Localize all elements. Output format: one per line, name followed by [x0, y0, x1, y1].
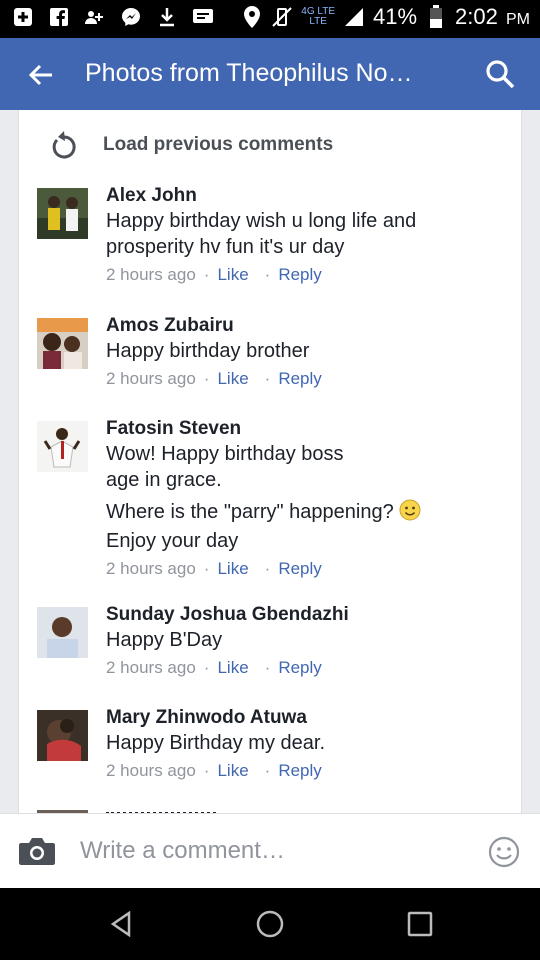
- comment-text: Happy Birthday my dear.: [106, 732, 325, 754]
- smiley-icon[interactable]: [488, 836, 520, 868]
- avatar[interactable]: [37, 607, 88, 658]
- like-link[interactable]: Like: [217, 761, 248, 780]
- like-link[interactable]: Like: [217, 369, 248, 388]
- separator: ·: [264, 658, 271, 677]
- comment-body: Amos Zubairu Happy birthday brother 2 ho…: [106, 314, 506, 392]
- battery-icon: [425, 5, 447, 28]
- vibrate-off-icon: [271, 6, 293, 28]
- load-previous-comments-button[interactable]: Load previous comments: [49, 128, 333, 162]
- comment-text: Wow! Happy birthday boss age in grace.: [106, 443, 344, 491]
- message-icon: [192, 6, 214, 28]
- camera-icon[interactable]: [18, 836, 56, 866]
- page-title: Photos from Theophilus No…: [85, 59, 413, 87]
- clock-time: 2:02: [455, 4, 498, 29]
- comment-text: Happy birthday wish u long life and pros…: [106, 210, 417, 258]
- avatar[interactable]: [37, 421, 88, 472]
- like-link[interactable]: Like: [217, 265, 248, 284]
- system-indicators: 4G LTE LTE 41% 2:02 PM: [241, 4, 530, 30]
- avatar[interactable]: [37, 188, 88, 239]
- comment-body: Alex John Happy birthday wish u long lif…: [106, 184, 506, 288]
- network-type-bottom: LTE: [309, 16, 327, 27]
- notification-icons: [12, 6, 214, 28]
- avatar[interactable]: [37, 318, 88, 369]
- messenger-icon: [120, 6, 142, 28]
- comment-body: Fatosin Steven Wow! Happy birthday boss …: [106, 417, 506, 582]
- separator: ·: [203, 265, 210, 284]
- like-link[interactable]: Like: [217, 658, 248, 677]
- separator: ·: [264, 559, 271, 578]
- comment-input[interactable]: [80, 834, 460, 868]
- reply-link[interactable]: Reply: [278, 265, 321, 284]
- download-icon: [156, 6, 178, 28]
- comment-meta: 2 hours ago · Like · Reply: [106, 366, 506, 392]
- separator: ·: [203, 761, 210, 780]
- comment-time: 2 hours ago: [106, 265, 196, 284]
- reply-link[interactable]: Reply: [278, 761, 321, 780]
- comment-text: Happy birthday brother: [106, 340, 310, 362]
- reply-link[interactable]: Reply: [278, 658, 321, 677]
- comment-time: 2 hours ago: [106, 761, 196, 780]
- network-type: 4G LTE LTE: [301, 7, 335, 27]
- separator: ·: [264, 265, 271, 284]
- facebook-icon: [48, 6, 70, 28]
- add-box-icon: [12, 6, 34, 28]
- people-icon: [84, 6, 106, 28]
- home-circle-icon[interactable]: [255, 909, 285, 939]
- refresh-icon: [49, 128, 79, 162]
- load-previous-label: Load previous comments: [103, 134, 334, 155]
- comment-author[interactable]: Sunday Joshua Gbendazhi: [106, 603, 506, 627]
- signal-icon: [343, 6, 365, 28]
- smiley-emoji-icon: [399, 499, 421, 528]
- clock: 2:02 PM: [455, 4, 530, 30]
- comment-author[interactable]: Fatosin Steven: [106, 417, 506, 441]
- separator: ·: [264, 369, 271, 388]
- comment-time: 2 hours ago: [106, 559, 196, 578]
- comment-text-3: Enjoy your day: [106, 530, 239, 552]
- separator: ·: [203, 369, 210, 388]
- reply-link[interactable]: Reply: [278, 369, 321, 388]
- previous-content-cutoff: [49, 110, 489, 112]
- comment-author[interactable]: Alex John: [106, 184, 506, 208]
- arrow-left-icon[interactable]: [26, 60, 56, 90]
- comment-meta: 2 hours ago · Like · Reply: [106, 556, 506, 582]
- battery-percent: 41%: [373, 4, 418, 29]
- avatar[interactable]: [37, 710, 88, 761]
- comment-text: Happy B'Day: [106, 629, 223, 651]
- comment-time: 2 hours ago: [106, 658, 196, 677]
- comment-time: 2 hours ago: [106, 369, 196, 388]
- back-triangle-icon[interactable]: [107, 909, 137, 939]
- comment-body: Mary Zhinwodo Atuwa Happy Birthday my de…: [106, 706, 506, 784]
- location-icon: [241, 6, 263, 28]
- system-nav-bar: [0, 888, 540, 960]
- separator: ·: [264, 761, 271, 780]
- comment-composer: [0, 813, 540, 888]
- separator: ·: [203, 658, 210, 677]
- search-icon[interactable]: [484, 58, 516, 90]
- separator: ·: [203, 559, 210, 578]
- comments-card: Load previous comments Alex John Happy b…: [18, 110, 522, 813]
- like-link[interactable]: Like: [217, 559, 248, 578]
- comment-text-line: Where is the "parry" happening?: [106, 499, 506, 528]
- app-bar: Photos from Theophilus No…: [0, 38, 540, 110]
- reply-link[interactable]: Reply: [278, 559, 321, 578]
- comment-text-2: Where is the "parry" happening?: [106, 501, 394, 523]
- recents-square-icon[interactable]: [405, 909, 435, 939]
- comment-author[interactable]: Mary Zhinwodo Atuwa: [106, 706, 506, 730]
- clock-ampm: PM: [506, 11, 530, 28]
- comment-meta: 2 hours ago · Like · Reply: [106, 655, 506, 681]
- status-bar: 4G LTE LTE 41% 2:02 PM: [0, 0, 540, 38]
- comment-meta: 2 hours ago · Like · Reply: [106, 758, 506, 784]
- comment-author[interactable]: Amos Zubairu: [106, 314, 506, 338]
- comment-meta: 2 hours ago · Like · Reply: [106, 262, 506, 288]
- comment-body: Sunday Joshua Gbendazhi Happy B'Day 2 ho…: [106, 603, 506, 681]
